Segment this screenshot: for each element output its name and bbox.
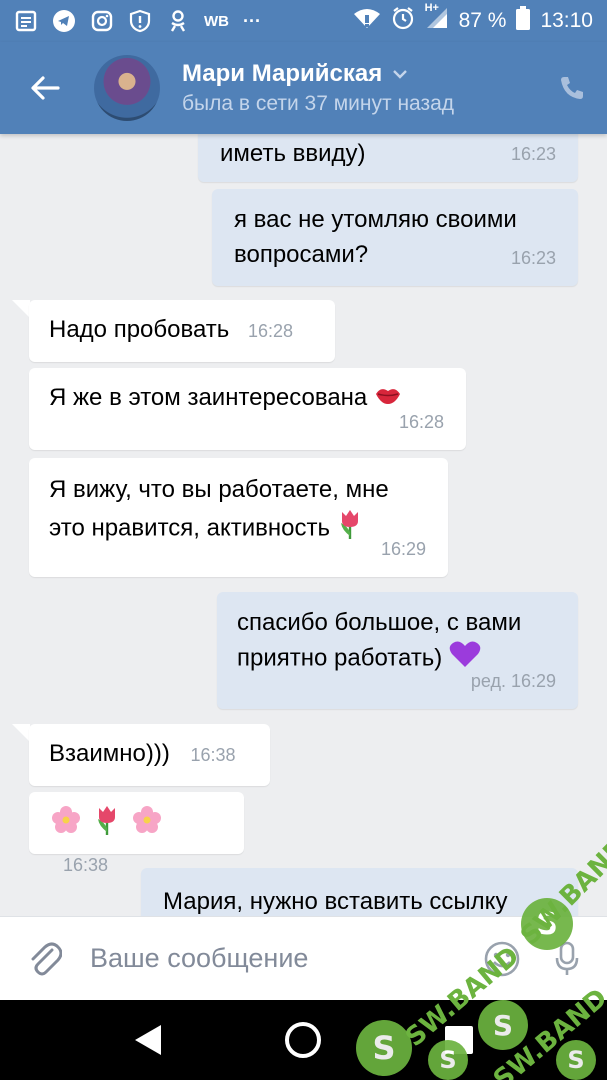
message-time: 16:28 (247, 321, 293, 341)
battery-icon (516, 6, 531, 36)
nav-home-button[interactable] (273, 1010, 333, 1070)
battery-percent: 87 % (458, 9, 507, 32)
avatar[interactable] (94, 55, 160, 121)
wb-icon: WB (204, 12, 229, 30)
circle-home-icon (285, 1022, 322, 1058)
message-time: 16:23 (510, 144, 556, 164)
wifi-icon (353, 7, 381, 35)
message-incoming[interactable]: Я вижу, что вы работаете, мне это нравит… (29, 458, 448, 577)
tulip-icon (94, 804, 120, 846)
message-text: Надо пробовать (49, 316, 230, 343)
message-outgoing[interactable]: спасибо большое, с вами приятно работать… (217, 592, 578, 709)
chat-header: Мари Марийская была в сети 37 минут наза… (0, 42, 607, 134)
clock: 13:10 (540, 9, 593, 32)
message-time: 16:38 (63, 855, 109, 875)
microphone-icon (555, 941, 579, 975)
voice-button[interactable] (527, 917, 607, 1001)
message-outgoing[interactable]: я вас не утомляю своими вопросами? 16:23 (212, 189, 578, 286)
attach-button[interactable] (0, 917, 90, 1001)
message-text-line: это нравится, активность (49, 514, 330, 542)
message-list[interactable]: иметь ввиду) 16:23 я вас не утомляю свои… (0, 134, 607, 916)
instagram-icon (90, 9, 114, 33)
phone-icon (561, 77, 583, 99)
chevron-down-icon (393, 70, 408, 79)
message-text-line: приятно работать) (237, 644, 443, 672)
system-navigation-bar (0, 1000, 607, 1080)
contact-info[interactable]: Мари Марийская была в сети 37 минут наза… (182, 60, 537, 116)
odnoklassniki-icon (166, 9, 190, 33)
message-text: Я же в этом заинтересована (49, 384, 368, 411)
triangle-back-icon (134, 1025, 161, 1055)
more-notifications-icon: ··· (243, 10, 261, 31)
signal-icon: H+ (425, 2, 449, 36)
status-bar: WB ··· H+ 87 % 13:10 (0, 0, 607, 42)
tulip-icon (337, 508, 363, 550)
message-time: 16:29 (380, 539, 426, 559)
message-time: 16:38 (190, 745, 236, 765)
call-button[interactable] (537, 42, 607, 134)
message-text: Мария, нужно вставить ссылку (163, 888, 508, 915)
cherry-blossom-icon (130, 805, 164, 845)
message-text-line: я вас не утомляю своими (234, 206, 517, 233)
contact-name: Мари Марийская (182, 60, 383, 87)
square-recents-icon (445, 1026, 474, 1054)
news-icon (14, 9, 38, 33)
paperclip-icon (31, 942, 62, 975)
emoji-button[interactable] (477, 917, 527, 1001)
message-input[interactable] (90, 943, 477, 974)
message-time: 16:28 (398, 412, 444, 432)
message-incoming[interactable]: Взаимно))) 16:38 (29, 724, 270, 786)
message-text-line: Я вижу, что вы работаете, мне (49, 476, 389, 503)
message-text: иметь ввиду) (220, 140, 366, 167)
message-time: ред. 16:29 (470, 671, 556, 691)
cherry-blossom-icon (49, 805, 83, 845)
arrow-left-icon (31, 76, 60, 100)
alarm-icon (391, 6, 415, 36)
message-incoming[interactable]: Я же в этом заинтересована 16:28 (29, 368, 466, 450)
contact-status: была в сети 37 минут назад (182, 92, 455, 115)
message-outgoing[interactable]: Мария, нужно вставить ссылку (141, 868, 578, 916)
message-incoming[interactable]: Надо пробовать 16:28 (29, 300, 335, 362)
message-text-line: спасибо большое, с вами (237, 609, 522, 636)
smile-icon (484, 941, 520, 976)
shield-alert-icon (128, 9, 152, 33)
message-text-line: вопросами? (234, 241, 369, 268)
bubble-tail (12, 300, 30, 318)
message-time: 16:23 (510, 248, 556, 268)
back-button[interactable] (0, 42, 90, 134)
message-outgoing[interactable]: иметь ввиду) 16:23 (198, 134, 578, 182)
message-composer (0, 916, 607, 1000)
kiss-lips-icon (374, 381, 402, 416)
nav-back-button[interactable] (118, 1010, 178, 1070)
message-incoming[interactable]: 16:38 (29, 792, 244, 875)
telegram-icon (52, 9, 76, 33)
nav-recents-button[interactable] (429, 1010, 489, 1070)
bubble-tail (12, 724, 30, 742)
message-text: Взаимно))) (49, 740, 170, 767)
